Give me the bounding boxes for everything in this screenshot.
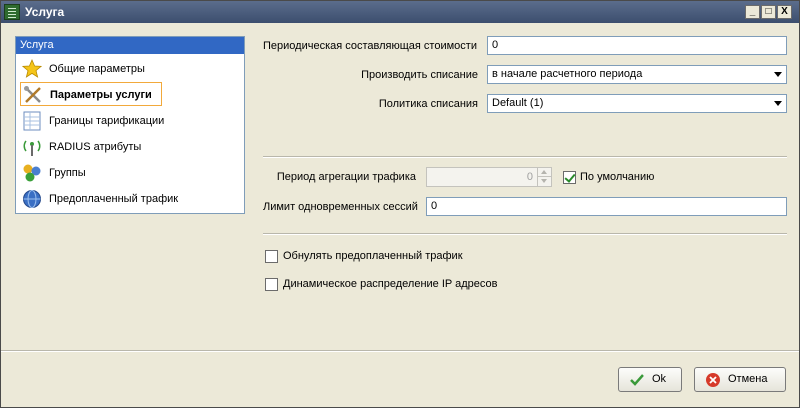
aggregation-default-label[interactable]: По умолчанию	[580, 171, 654, 183]
app-icon	[4, 4, 20, 20]
sidebar-header[interactable]: Услуга	[16, 37, 244, 54]
service-dialog: Услуга _ □ X Услуга Общие параметры Пара…	[0, 0, 800, 408]
chevron-down-icon	[774, 101, 782, 106]
reset-prepaid-checkbox[interactable]	[265, 250, 278, 263]
sidebar-item-groups[interactable]: Группы	[20, 161, 170, 185]
spin-down-icon	[537, 177, 551, 186]
section-divider	[263, 233, 787, 235]
close-button[interactable]: X	[777, 5, 792, 19]
periodic-cost-label: Периодическая составляющая стоимости	[263, 40, 477, 52]
checkmark-icon	[630, 374, 644, 386]
sidebar-item-general[interactable]: Общие параметры	[20, 57, 170, 81]
maximize-button[interactable]: □	[761, 5, 776, 19]
dynamic-ip-label[interactable]: Динамическое распределение IP адресов	[283, 278, 497, 290]
title-bar[interactable]: Услуга _ □ X	[1, 1, 799, 23]
sidebar-item-service-params[interactable]: Параметры услуги	[20, 82, 162, 106]
cancel-button[interactable]: Отмена	[694, 367, 786, 392]
dynamic-ip-checkbox[interactable]	[265, 278, 278, 291]
chevron-down-icon	[774, 72, 782, 77]
spin-up-icon	[537, 168, 551, 177]
aggregation-period-label: Период агрегации трафика	[276, 171, 416, 183]
spreadsheet-icon	[23, 111, 41, 131]
minimize-button[interactable]: _	[745, 5, 760, 19]
writeoff-policy-label: Политика списания	[378, 98, 478, 110]
button-bar-divider	[1, 350, 799, 352]
writeoff-mode-value: в начале расчетного периода	[492, 68, 643, 80]
sidebar-item-label: RADIUS атрибуты	[49, 141, 142, 153]
section-divider	[263, 156, 787, 158]
writeoff-mode-label: Производить списание	[361, 69, 478, 81]
aggregation-default-checkbox[interactable]	[563, 171, 576, 184]
sidebar-item-label: Группы	[49, 167, 86, 179]
sidebar-item-label: Границы тарификации	[49, 115, 165, 127]
aggregation-period-value: 0	[526, 171, 533, 183]
aggregation-period-spinbox: 0	[426, 167, 552, 187]
session-limit-label: Лимит одновременных сессий	[263, 201, 418, 213]
reset-prepaid-label[interactable]: Обнулять предоплаченный трафик	[283, 250, 463, 262]
window-title: Услуга	[25, 5, 65, 19]
sidebar-item-prepaid-traffic[interactable]: Предоплаченный трафик	[20, 187, 178, 211]
periodic-cost-input[interactable]: 0	[487, 36, 787, 55]
sidebar-item-tariff-bounds[interactable]: Границы тарификации	[20, 109, 170, 133]
session-limit-input[interactable]: 0	[426, 197, 787, 216]
sidebar-item-radius[interactable]: RADIUS атрибуты	[20, 135, 170, 159]
antenna-icon	[23, 140, 41, 156]
sidebar-item-label: Общие параметры	[49, 63, 145, 75]
star-icon	[22, 59, 42, 78]
sidebar-tree[interactable]: Услуга Общие параметры Параметры услуги …	[15, 36, 245, 214]
ok-button[interactable]: Ok	[618, 367, 682, 392]
sidebar-item-label: Предоплаченный трафик	[49, 193, 179, 205]
sidebar-item-label: Параметры услуги	[50, 89, 152, 101]
group-icon	[23, 164, 41, 182]
writeoff-policy-select[interactable]: Default (1)	[487, 94, 787, 113]
cancel-icon	[706, 373, 720, 387]
writeoff-mode-select[interactable]: в начале расчетного периода	[487, 65, 787, 84]
cancel-button-label: Отмена	[728, 373, 768, 385]
ok-button-label: Ok	[652, 373, 667, 385]
writeoff-policy-value: Default (1)	[492, 97, 544, 109]
globe-icon	[23, 190, 41, 208]
tools-icon	[24, 86, 41, 103]
